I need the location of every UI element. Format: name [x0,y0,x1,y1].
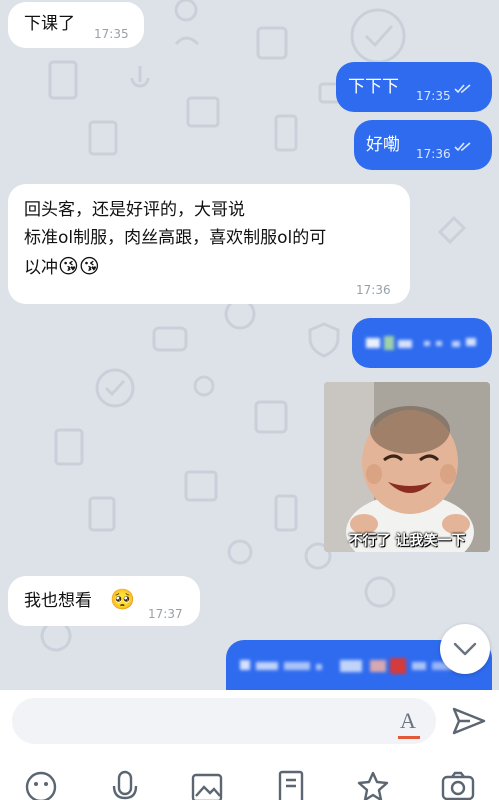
redacted-text [240,658,452,674]
emoji-icon[interactable] [24,770,58,800]
message-bubble[interactable]: 下下下 17:35 [336,62,492,112]
pleading-emoji-icon: 🥺 [110,587,135,611]
sticker-caption: 不行了 让我笑一下 [348,533,466,549]
message-input[interactable]: A [12,698,436,744]
message-line: 以冲 [24,258,58,278]
redacted-text [366,336,476,350]
double-check-icon [454,84,471,94]
message-time: 17:36 [356,283,391,297]
document-icon[interactable] [276,770,306,800]
message-bubble-blurred[interactable] [352,318,492,368]
message-text: 我也想看 [24,591,92,611]
star-icon[interactable] [356,770,390,800]
image-icon[interactable] [190,770,224,800]
message-text: 下下下 [348,77,399,97]
message-time: 17:35 [94,27,129,41]
message-bubble[interactable]: 回头客，还是好评的，大哥说 标准ol制服，肉丝高跟，喜欢制服ol的可 以冲😘😘 … [8,184,410,304]
chevron-down-icon [453,642,477,656]
sticker-image[interactable]: 不行了 让我笑一下 [324,382,490,552]
microphone-icon[interactable] [110,770,140,800]
message-bubble[interactable]: 下课了 17:35 [8,2,144,48]
scroll-down-button[interactable] [440,624,490,674]
message-time: 17:37 [148,607,183,621]
message-text: 好嘞 [366,135,400,155]
laughing-baby-image [324,382,490,552]
double-check-icon [454,142,471,152]
kiss-emoji-icon: 😘😘 [58,254,100,278]
message-line: 回头客，还是好评的，大哥说 [24,200,245,220]
attachment-toolbar [0,752,499,800]
message-composer: A [0,690,499,752]
message-bubble[interactable]: 我也想看 🥺 17:37 [8,576,200,626]
text-format-icon[interactable]: A [400,708,416,734]
chat-area: 下课了 17:35 下下下 17:35 好嘞 17:36 回头客，还是好评的，大… [0,0,499,690]
message-line: 标准ol制服，肉丝高跟，喜欢制服ol的可 [24,228,327,248]
camera-icon[interactable] [440,770,476,800]
message-time: 17:35 [416,89,451,103]
send-icon[interactable] [452,706,486,736]
message-text: 下课了 [24,14,75,34]
message-time: 17:36 [416,147,451,161]
message-bubble[interactable]: 好嘞 17:36 [354,120,492,170]
format-underline [398,736,420,739]
